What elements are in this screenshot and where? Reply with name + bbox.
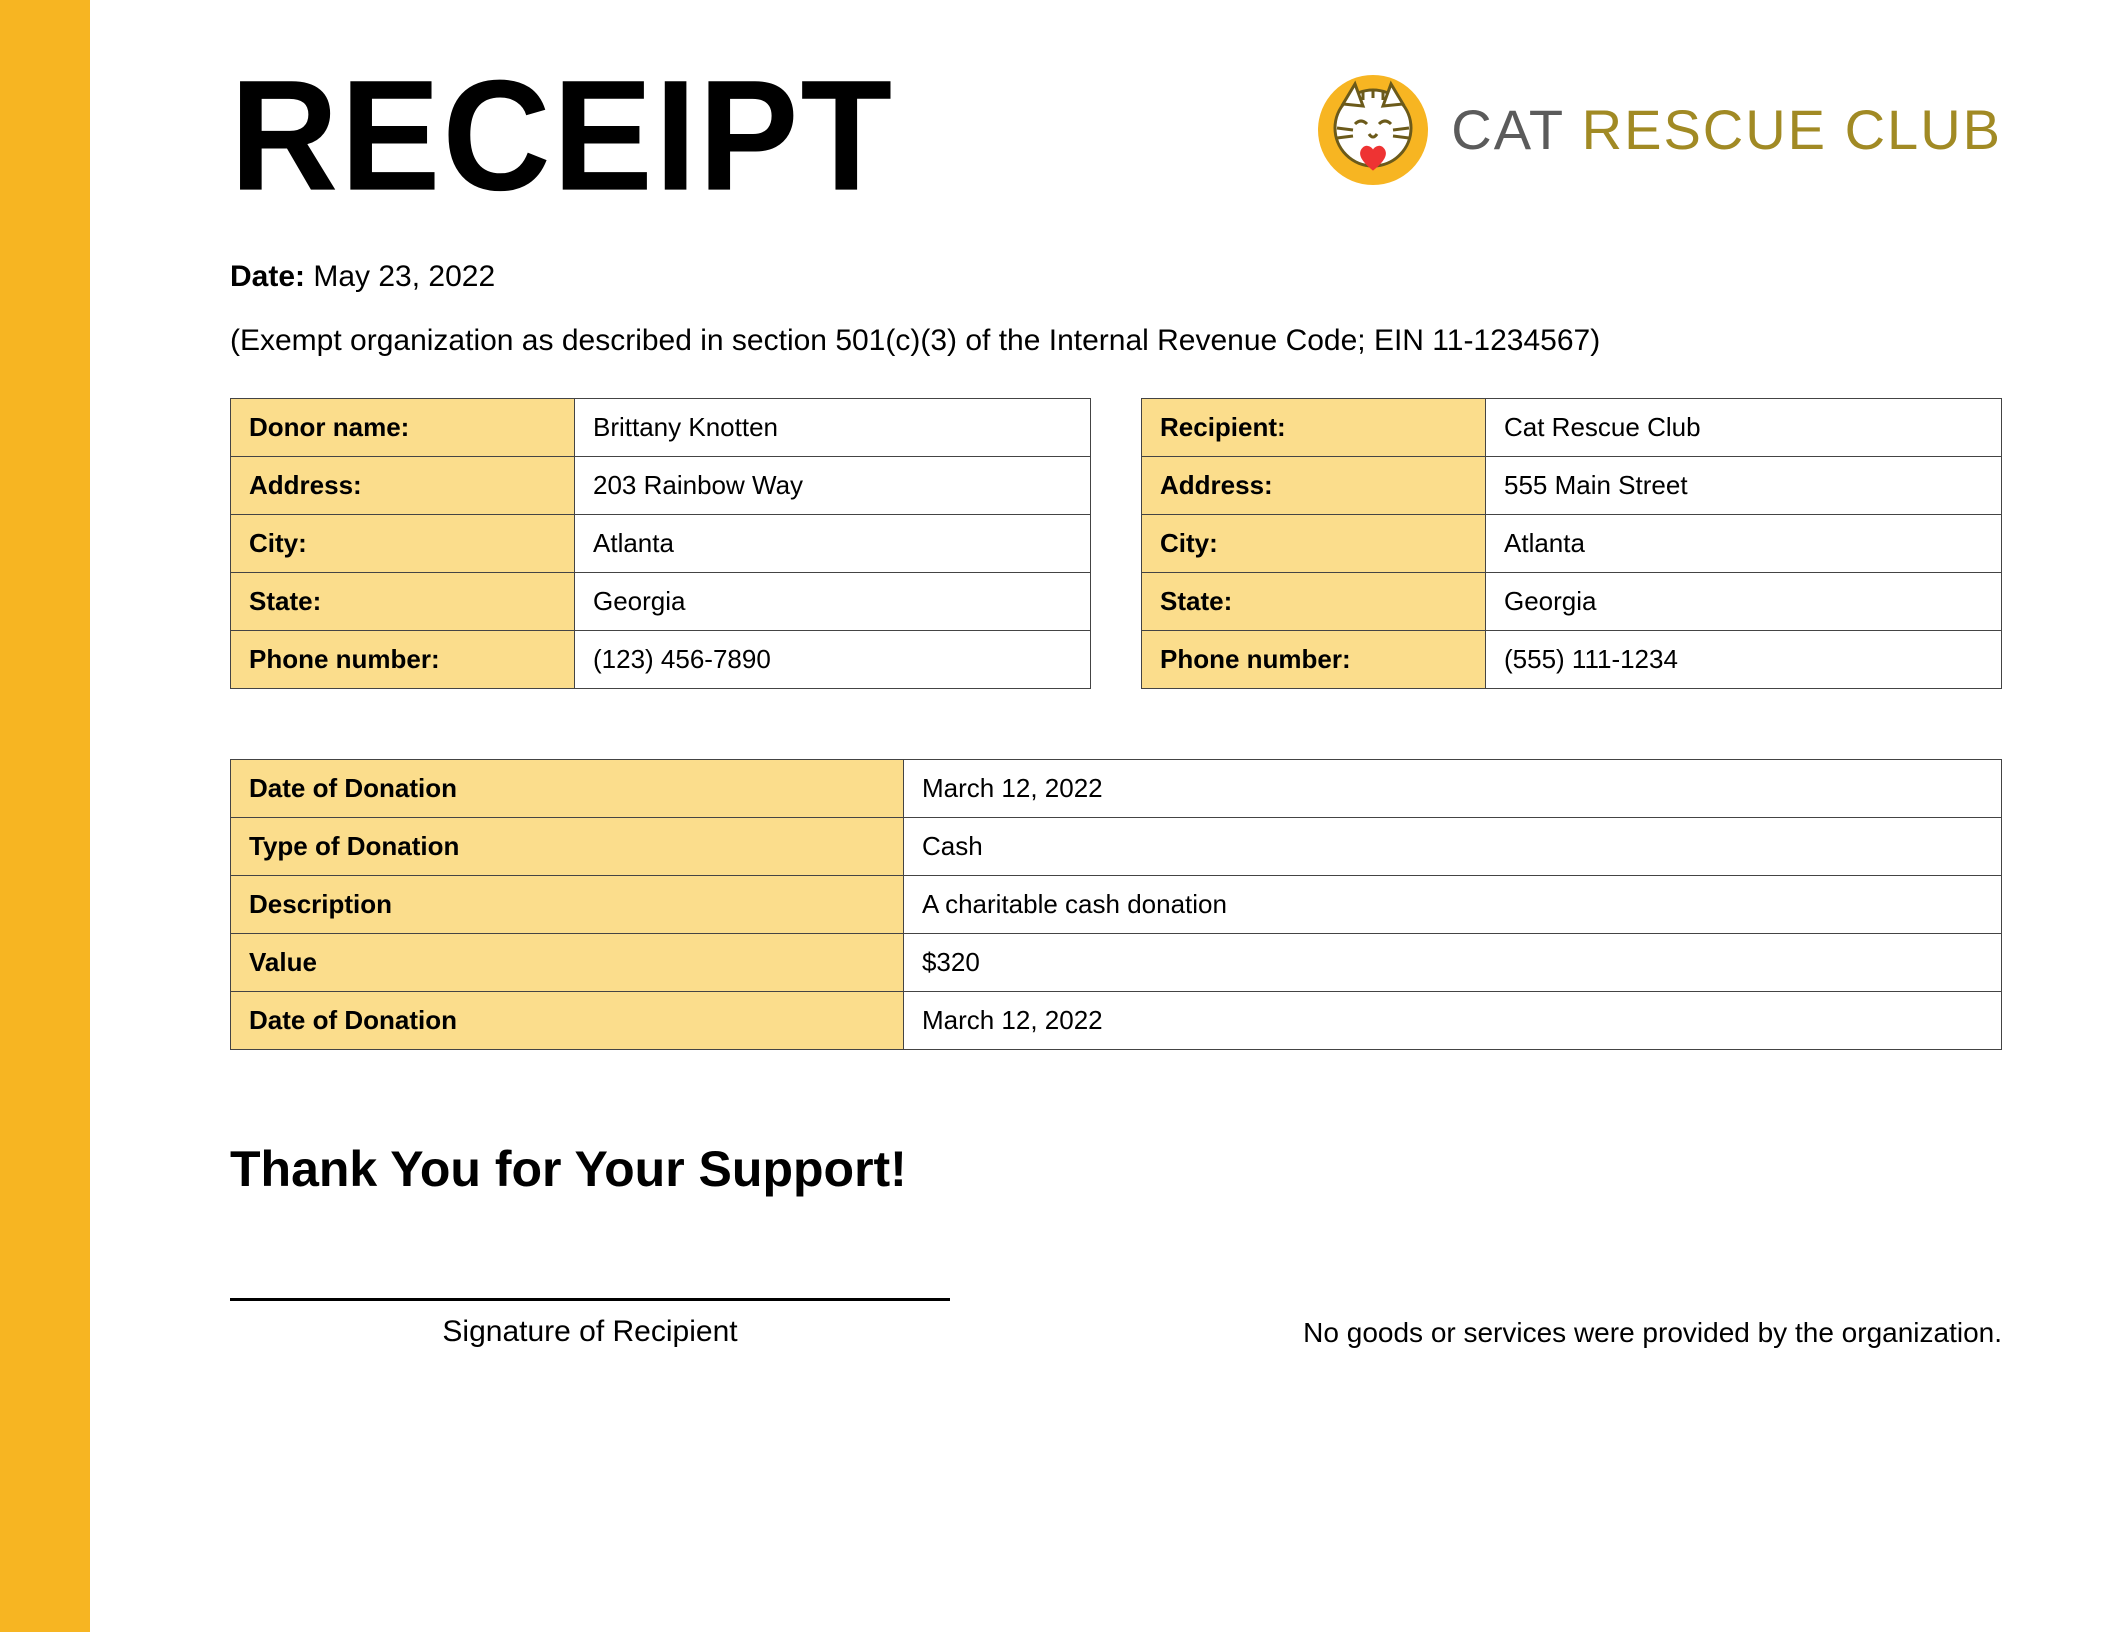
date-label: Date: xyxy=(230,260,305,293)
table-row: City:Atlanta xyxy=(231,515,1091,573)
table-row: Date of DonationMarch 12, 2022 xyxy=(231,760,2002,818)
recipient-city-value: Atlanta xyxy=(1486,515,2002,573)
disclaimer-text: No goods or services were provided by th… xyxy=(1303,1317,2002,1349)
logo-word-rescue: RESCUE xyxy=(1582,98,1827,161)
cat-logo-icon xyxy=(1313,70,1433,190)
recipient-phone-value: (555) 111-1234 xyxy=(1486,631,2002,689)
recipient-address-label: Address: xyxy=(1142,457,1486,515)
donor-name-label: Donor name: xyxy=(231,399,575,457)
donation-table: Date of DonationMarch 12, 2022 Type of D… xyxy=(230,759,2002,1050)
table-row: DescriptionA charitable cash donation xyxy=(231,876,2002,934)
table-row: Type of DonationCash xyxy=(231,818,2002,876)
donation-desc-value: A charitable cash donation xyxy=(903,876,2001,934)
page-title: RECEIPT xyxy=(230,56,894,214)
recipient-state-value: Georgia xyxy=(1486,573,2002,631)
recipient-state-label: State: xyxy=(1142,573,1486,631)
donor-city-value: Atlanta xyxy=(575,515,1091,573)
table-row: Value$320 xyxy=(231,934,2002,992)
logo-word-cat: CAT xyxy=(1451,98,1564,161)
table-row: Donor name:Brittany Knotten xyxy=(231,399,1091,457)
receipt-page: RECEIPT xyxy=(90,0,2112,1632)
recipient-name-label: Recipient: xyxy=(1142,399,1486,457)
donor-address-value: 203 Rainbow Way xyxy=(575,457,1091,515)
table-row: Recipient:Cat Rescue Club xyxy=(1142,399,2002,457)
donor-address-label: Address: xyxy=(231,457,575,515)
date-line: Date: May 23, 2022 xyxy=(230,260,2002,294)
exempt-statement: (Exempt organization as described in sec… xyxy=(230,324,2002,358)
donation-type-label: Type of Donation xyxy=(231,818,904,876)
table-row: Date of DonationMarch 12, 2022 xyxy=(231,992,2002,1050)
recipient-table: Recipient:Cat Rescue Club Address:555 Ma… xyxy=(1141,398,2002,689)
donation-desc-label: Description xyxy=(231,876,904,934)
donation-date2-label: Date of Donation xyxy=(231,992,904,1050)
donation-type-value: Cash xyxy=(903,818,2001,876)
table-row: State:Georgia xyxy=(1142,573,2002,631)
table-row: Phone number:(555) 111-1234 xyxy=(1142,631,2002,689)
date-value: May 23, 2022 xyxy=(313,260,495,293)
org-logo: CAT RESCUE CLUB xyxy=(1313,70,2002,190)
donor-table: Donor name:Brittany Knotten Address:203 … xyxy=(230,398,1091,689)
logo-word-club: CLUB xyxy=(1845,98,2002,161)
donor-phone-label: Phone number: xyxy=(231,631,575,689)
donation-value-label: Value xyxy=(231,934,904,992)
thank-you-heading: Thank You for Your Support! xyxy=(230,1140,2002,1198)
donor-phone-value: (123) 456-7890 xyxy=(575,631,1091,689)
donation-value-value: $320 xyxy=(903,934,2001,992)
donor-state-value: Georgia xyxy=(575,573,1091,631)
donor-city-label: City: xyxy=(231,515,575,573)
recipient-address-value: 555 Main Street xyxy=(1486,457,2002,515)
table-row: State:Georgia xyxy=(231,573,1091,631)
signature-block: Signature of Recipient xyxy=(230,1298,950,1349)
signature-line xyxy=(230,1298,950,1301)
donation-date2-value: March 12, 2022 xyxy=(903,992,2001,1050)
org-name: CAT RESCUE CLUB xyxy=(1451,102,2002,158)
donation-date1-value: March 12, 2022 xyxy=(903,760,2001,818)
recipient-phone-label: Phone number: xyxy=(1142,631,1486,689)
signature-label: Signature of Recipient xyxy=(230,1315,950,1349)
table-row: Address:203 Rainbow Way xyxy=(231,457,1091,515)
recipient-name-value: Cat Rescue Club xyxy=(1486,399,2002,457)
donor-state-label: State: xyxy=(231,573,575,631)
table-row: Address:555 Main Street xyxy=(1142,457,2002,515)
accent-sidebar xyxy=(0,0,90,1632)
donor-name-value: Brittany Knotten xyxy=(575,399,1091,457)
donation-date1-label: Date of Donation xyxy=(231,760,904,818)
table-row: City:Atlanta xyxy=(1142,515,2002,573)
recipient-city-label: City: xyxy=(1142,515,1486,573)
table-row: Phone number:(123) 456-7890 xyxy=(231,631,1091,689)
